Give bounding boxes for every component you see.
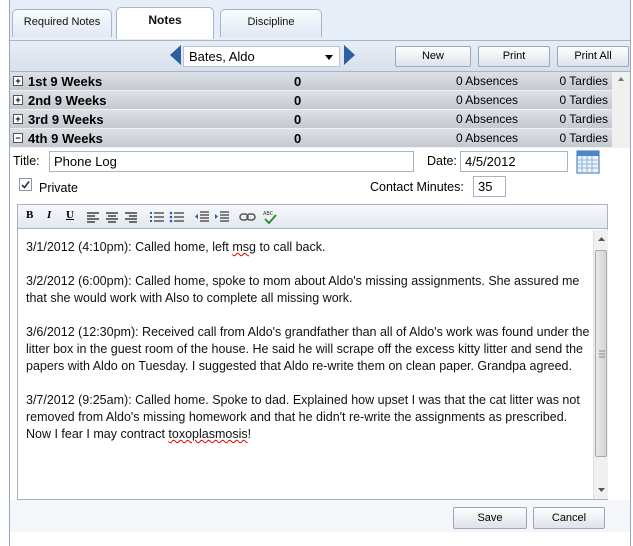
tab-discipline[interactable]: Discipline — [220, 9, 322, 37]
outdent-icon[interactable] — [194, 210, 210, 224]
calendar-icon[interactable] — [576, 150, 600, 174]
tab-required-notes[interactable]: Required Notes — [12, 9, 112, 37]
quarter-absences: 0 Absences — [455, 74, 518, 88]
quarter-tardies: 0 Tardies — [559, 74, 608, 88]
italic-button[interactable]: I — [47, 209, 51, 221]
quarter-tardies: 0 Tardies — [559, 112, 608, 126]
align-center-icon[interactable] — [105, 211, 119, 223]
misspelled-word: toxoplasmosis — [168, 427, 248, 441]
cancel-button[interactable]: Cancel — [533, 507, 605, 529]
scroll-up-icon[interactable] — [612, 72, 630, 86]
quarter-row[interactable]: − 4th 9 Weeks 0 0 Absences 0 Tardies — [10, 129, 612, 148]
checkmark-icon — [21, 181, 30, 189]
note-body[interactable]: 3/1/2012 (4:10pm): Called home, left msg… — [26, 239, 591, 460]
quarter-name: 4th 9 Weeks — [28, 131, 103, 146]
scroll-up-icon[interactable] — [594, 232, 609, 246]
quarter-name: 3rd 9 Weeks — [28, 112, 104, 127]
contact-minutes-input[interactable]: 35 — [473, 176, 506, 197]
svg-text:ABC: ABC — [263, 211, 274, 217]
misspelled-word: msg — [232, 240, 256, 254]
note-entry: 3/7/2012 (9:25am): Called home. Spoke to… — [26, 393, 580, 441]
quarter-absences: 0 Absences — [455, 93, 518, 107]
save-button[interactable]: Save — [453, 507, 527, 529]
underline-button[interactable]: U — [66, 209, 74, 221]
student-select[interactable]: Bates, Aldo — [183, 46, 340, 67]
quarter-note-count: 0 — [294, 74, 302, 89]
indent-icon[interactable] — [214, 210, 230, 224]
expand-icon[interactable]: + — [13, 95, 23, 105]
spellcheck-icon[interactable]: ABC — [262, 209, 278, 225]
title-input[interactable]: Phone Log — [49, 151, 414, 172]
note-editor[interactable]: 3/1/2012 (4:10pm): Called home, left msg… — [17, 229, 608, 500]
quarter-note-count: 0 — [294, 112, 302, 127]
numbered-list-icon[interactable] — [149, 210, 165, 224]
quarter-name: 1st 9 Weeks — [28, 74, 103, 89]
quarter-row[interactable]: + 1st 9 Weeks 0 0 Absences 0 Tardies — [10, 72, 612, 91]
quarter-row[interactable]: + 3rd 9 Weeks 0 0 Absences 0 Tardies — [10, 110, 612, 129]
print-button[interactable]: Print — [478, 46, 550, 67]
quarter-tardies: 0 Tardies — [559, 93, 608, 107]
date-label: Date: — [427, 154, 457, 168]
editor-toolbar: B I U ABC — [17, 204, 608, 229]
bold-button[interactable]: B — [26, 209, 33, 221]
expand-icon[interactable]: + — [13, 76, 23, 86]
contact-minutes-label: Contact Minutes: — [370, 180, 464, 194]
align-left-icon[interactable] — [86, 211, 100, 223]
quarter-name: 2nd 9 Weeks — [28, 93, 107, 108]
expand-icon[interactable]: + — [13, 114, 23, 124]
quarter-absences: 0 Absences — [455, 131, 518, 145]
previous-student-icon[interactable] — [170, 45, 181, 65]
quarter-row[interactable]: + 2nd 9 Weeks 0 0 Absences 0 Tardies — [10, 91, 612, 110]
print-all-button[interactable]: Print All — [557, 46, 629, 67]
scroll-thumb[interactable] — [595, 250, 607, 457]
grip-icon — [599, 350, 605, 358]
align-right-icon[interactable] — [124, 211, 138, 223]
student-name: Bates, Aldo — [189, 49, 255, 64]
bullet-list-icon[interactable] — [169, 210, 185, 224]
new-button[interactable]: New — [395, 46, 471, 67]
private-checkbox[interactable] — [19, 178, 32, 191]
date-input[interactable]: 4/5/2012 — [460, 151, 568, 172]
note-entry: 3/2/2012 (6:00pm): Called home, spoke to… — [26, 274, 580, 305]
chevron-down-icon — [325, 55, 333, 60]
collapse-icon[interactable]: − — [13, 133, 23, 143]
note-entry: 3/1/2012 (4:10pm): Called home, left msg… — [26, 240, 326, 254]
list-scrollbar[interactable] — [612, 72, 630, 148]
quarter-note-count: 0 — [294, 93, 302, 108]
tab-notes[interactable]: Notes — [116, 7, 214, 39]
quarter-note-count: 0 — [294, 131, 302, 146]
quarter-tardies: 0 Tardies — [559, 131, 608, 145]
scroll-down-icon[interactable] — [594, 483, 609, 497]
note-entry: 3/6/2012 (12:30pm): Received call from A… — [26, 325, 590, 373]
private-label: Private — [39, 181, 78, 195]
link-icon[interactable] — [239, 211, 257, 223]
next-student-icon[interactable] — [344, 45, 355, 65]
title-label: Title: — [13, 154, 40, 168]
quarter-absences: 0 Absences — [455, 112, 518, 126]
